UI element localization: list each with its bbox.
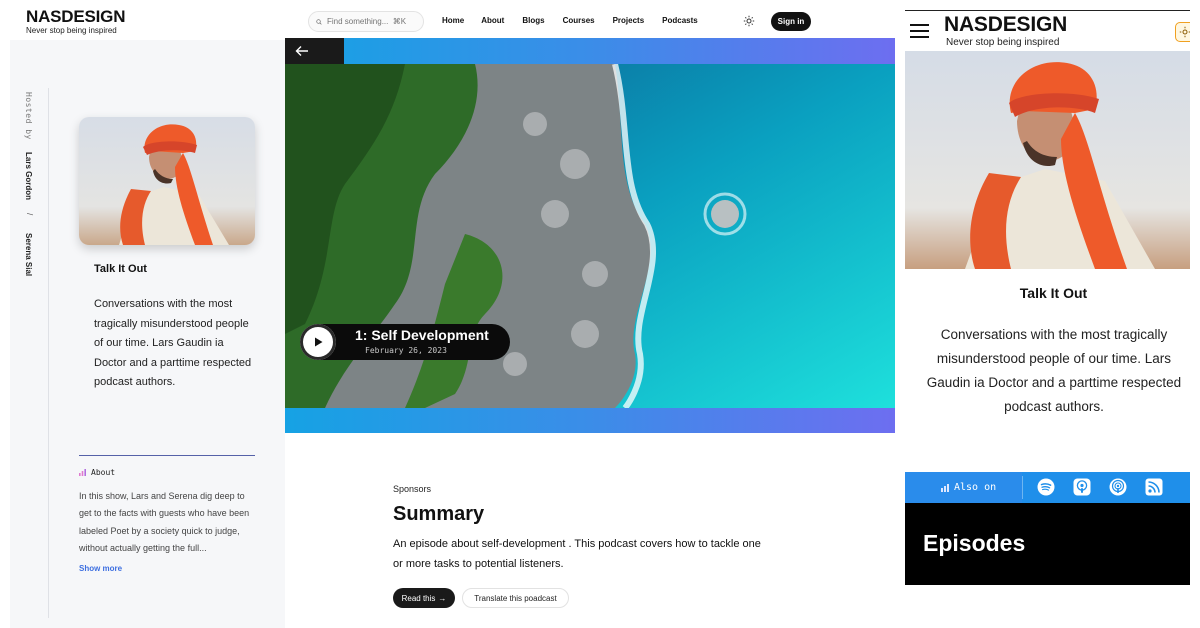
theme-toggle-sun-icon[interactable] (743, 15, 755, 27)
hosted-by-label: Hosted by (24, 92, 33, 140)
episode-title: 1: Self Development (355, 327, 489, 343)
sidebar-divider (48, 88, 49, 618)
search-box[interactable] (308, 11, 424, 32)
about-heading-label: About (91, 468, 116, 477)
mobile-show-title: Talk It Out (1019, 285, 1088, 301)
also-on-label-box: Also on (905, 472, 1022, 503)
nav-podcasts[interactable]: Podcasts (662, 16, 698, 25)
about-text: In this show, Lars and Serena dig deep t… (79, 491, 250, 553)
nav-blogs[interactable]: Blogs (522, 16, 544, 25)
sun-icon (1179, 26, 1190, 38)
back-button[interactable] (285, 38, 344, 64)
hamburger-menu-icon[interactable] (910, 23, 929, 39)
read-this-button[interactable]: Read this → (393, 588, 455, 608)
signin-button[interactable]: Sign in (771, 12, 811, 31)
mobile-logo-tagline: Never stop being inspired (946, 37, 1060, 48)
show-description: Conversations with the most tragically m… (94, 298, 252, 389)
translate-button[interactable]: Translate this poadcast (462, 588, 569, 608)
logo-name: NASDESIGN (26, 7, 126, 26)
bar-chart-icon (941, 483, 949, 492)
episodes-heading: Episodes (923, 530, 1026, 556)
search-input[interactable] (327, 17, 423, 26)
show-more-link[interactable]: Show more (79, 564, 122, 573)
mobile-preview: NASDESIGN Never stop being inspired Talk… (905, 10, 1190, 586)
nav-projects[interactable]: Projects (613, 16, 645, 25)
mobile-top-border (905, 10, 1190, 11)
about-divider (79, 455, 255, 456)
episode-player[interactable]: 1: Self Development February 26, 2023 (300, 324, 510, 360)
about-heading: About (79, 468, 115, 477)
mobile-site-logo[interactable]: NASDESIGN Never stop being inspired (944, 13, 1067, 49)
mobile-logo-name: NASDESIGN (944, 13, 1068, 36)
mobile-podcast-cover-image (905, 51, 1190, 269)
episodes-section: Episodes (905, 503, 1190, 585)
spotify-icon[interactable] (1037, 478, 1055, 496)
also-on-label: Also on (954, 482, 997, 493)
podcasts-icon[interactable] (1109, 478, 1127, 496)
play-button[interactable] (300, 324, 336, 360)
nav-about[interactable]: About (481, 16, 504, 25)
rss-icon[interactable] (1145, 478, 1163, 496)
summary-heading: Summary (393, 503, 485, 525)
desktop-header: NASDESIGN Never stop being inspired Home… (0, 0, 900, 40)
search-icon (316, 18, 322, 25)
arrow-right-icon: → (438, 593, 447, 603)
logo-tagline: Never stop being inspired (26, 26, 117, 35)
show-title: Talk It Out (94, 263, 147, 275)
arrow-left-icon (295, 46, 308, 56)
podcast-cover-image (79, 117, 255, 245)
bar-chart-icon (79, 469, 86, 476)
episode-hero: 1: Self Development February 26, 2023 (285, 38, 895, 433)
sponsors-label[interactable]: Sponsors (393, 484, 431, 494)
read-this-label: Read this (401, 593, 436, 603)
nav-home[interactable]: Home (442, 16, 464, 25)
nav-courses[interactable]: Courses (563, 16, 595, 25)
main-nav: Home About Blogs Courses Projects Podcas… (442, 16, 716, 25)
site-logo[interactable]: NASDESIGN Never stop being inspired (26, 8, 125, 36)
also-on-bar: Also on (905, 472, 1190, 503)
mobile-theme-toggle[interactable] (1175, 22, 1190, 42)
mobile-show-description: Conversations with the most tragically m… (926, 327, 1182, 414)
play-icon (315, 337, 323, 347)
also-on-divider (1022, 476, 1023, 499)
host-name-2[interactable]: Serena Sial (24, 233, 33, 276)
host-name-1[interactable]: Lars Gordon (24, 152, 33, 200)
episode-date: February 26, 2023 (365, 346, 447, 355)
apple-podcasts-icon[interactable] (1073, 478, 1091, 496)
summary-text: An episode about self-development . This… (393, 538, 761, 570)
host-separator: / (25, 213, 34, 216)
